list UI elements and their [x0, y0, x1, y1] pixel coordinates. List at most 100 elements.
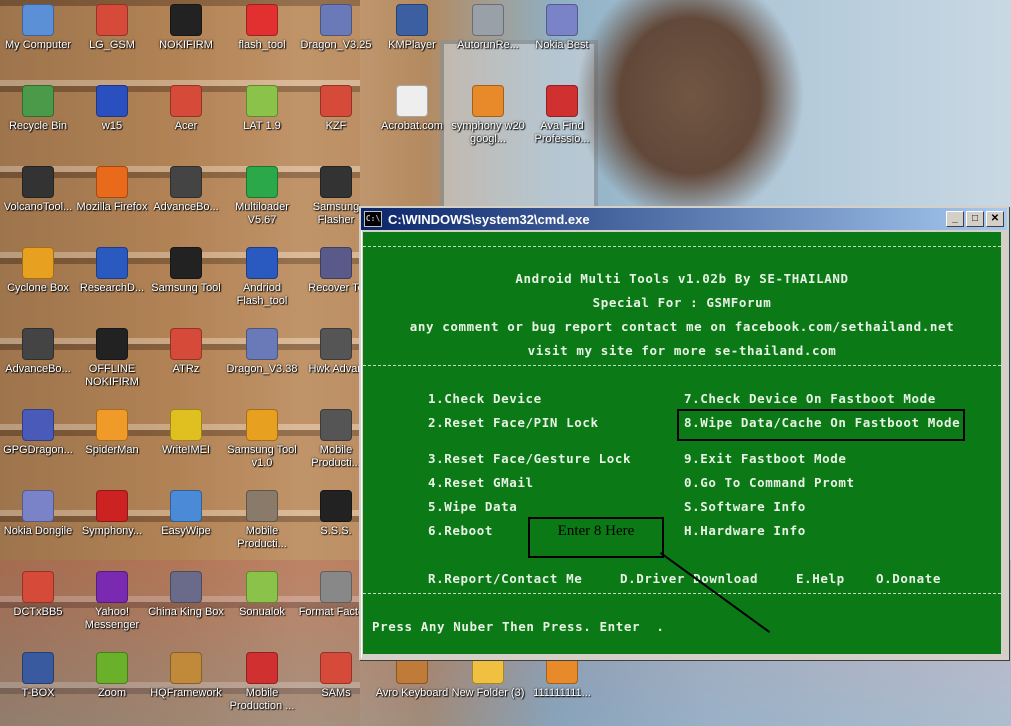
- desktop-icon[interactable]: ATRz: [148, 328, 224, 376]
- desktop-icon[interactable]: Mozilla Firefox: [74, 166, 150, 214]
- desktop-icon[interactable]: Symphony...: [74, 490, 150, 538]
- desktop-icon[interactable]: Multiloader V5.67: [224, 166, 300, 227]
- menu-option: 7.Check Device On Fastboot Mode: [684, 391, 936, 406]
- desktop-icon[interactable]: w15: [74, 85, 150, 133]
- desktop-icon[interactable]: symphony w20 googl...: [450, 85, 526, 146]
- desktop-icon[interactable]: ResearchD...: [74, 247, 150, 295]
- volcano-icon: [22, 166, 54, 198]
- desktop-icon-label: symphony w20 googl...: [451, 120, 525, 145]
- desktop-icon[interactable]: T-BOX: [0, 652, 76, 700]
- desktop-icon-label: LG_GSM: [89, 39, 135, 51]
- footer-option: E.Help: [796, 571, 845, 586]
- cmd-window[interactable]: C:\ C:\WINDOWS\system32\cmd.exe _ □ ✕ An…: [359, 206, 1009, 660]
- box-icon: [22, 328, 54, 360]
- desktop-icon[interactable]: VolcanoTool...: [0, 166, 76, 214]
- desktop-icon[interactable]: flash_tool: [224, 4, 300, 52]
- desktop-icon-label: Mozilla Firefox: [76, 201, 148, 213]
- close-button[interactable]: ✕: [986, 211, 1004, 227]
- disc-icon: [170, 490, 202, 522]
- desktop-icon-label: VolcanoTool...: [3, 201, 73, 213]
- box-icon: [170, 166, 202, 198]
- desktop-icon-label: EasyWipe: [161, 525, 211, 537]
- desktop-icon[interactable]: Nokia Dongile: [0, 490, 76, 538]
- dashed-divider: [363, 365, 1001, 366]
- desktop-icon[interactable]: LAT 1.9: [224, 85, 300, 133]
- desktop-icon[interactable]: NOKIFIRM: [148, 4, 224, 52]
- desktop-icon[interactable]: HQFramework: [148, 652, 224, 700]
- desktop-icon[interactable]: China King Box: [148, 571, 224, 619]
- desktop-icon[interactable]: SpiderMan: [74, 409, 150, 457]
- green-arrow-icon: [246, 166, 278, 198]
- archive-icon: [472, 85, 504, 117]
- acrobat-icon: [396, 85, 428, 117]
- cmd-titlebar[interactable]: C:\ C:\WINDOWS\system32\cmd.exe _ □ ✕: [361, 208, 1007, 230]
- desktop-icon[interactable]: Mobile Producti...: [224, 490, 300, 551]
- desktop-icon[interactable]: Sonualok: [224, 571, 300, 619]
- zoom-icon: [96, 652, 128, 684]
- desktop-icon[interactable]: Yahoo! Messenger: [74, 571, 150, 632]
- desktop-icon-label: Avro Keyboard: [375, 687, 449, 699]
- desktop-icon[interactable]: AdvanceBo...: [0, 328, 76, 376]
- desktop-icon[interactable]: Ava Find Professio...: [524, 85, 600, 146]
- desktop-icon[interactable]: Andriod Flash_tool: [224, 247, 300, 308]
- desktop-icon[interactable]: KMPlayer: [374, 4, 450, 52]
- desktop-icon[interactable]: LG_GSM: [74, 4, 150, 52]
- samsung-icon: [320, 166, 352, 198]
- desktop-icon[interactable]: Samsung Tool: [148, 247, 224, 295]
- app-shortcut-icon: [320, 652, 352, 684]
- desktop-icon[interactable]: KZF: [298, 85, 374, 133]
- desktop-icon-label: Multiloader V5.67: [235, 201, 289, 226]
- desktop-icon[interactable]: Recycle Bin: [0, 85, 76, 133]
- dragon-icon: [22, 490, 54, 522]
- desktop-icon[interactable]: GPGDragon...: [0, 409, 76, 457]
- desktop-icon-label: Sonualok: [239, 606, 285, 618]
- desktop-icon[interactable]: AutorunRe...: [450, 4, 526, 52]
- command-prompt[interactable]: Press Any Nuber Then Press. Enter .: [372, 619, 665, 634]
- cube-icon: [170, 4, 202, 36]
- desktop-icon-label: Zoom: [97, 687, 127, 699]
- maximize-button[interactable]: □: [966, 211, 984, 227]
- desktop-icon-label: Symphony...: [81, 525, 143, 537]
- desktop-icon-label: Nokia Best: [535, 39, 589, 51]
- desktop-icon-label: Acrobat.com: [381, 120, 443, 132]
- desktop-icon-label: AdvanceBo...: [153, 201, 219, 213]
- desktop-icon-label: flash_tool: [238, 39, 286, 51]
- desktop-icon[interactable]: AdvanceBo...: [148, 166, 224, 214]
- lock-icon: [246, 409, 278, 441]
- desktop-icon[interactable]: Dragon_V3.38: [224, 328, 300, 376]
- flash-icon: [246, 247, 278, 279]
- desktop-icon[interactable]: My Computer: [0, 4, 76, 52]
- desktop-icon[interactable]: WriteIMEI: [148, 409, 224, 457]
- menu-option: 3.Reset Face/Gesture Lock: [428, 451, 632, 466]
- desktop-icon[interactable]: DCTxBB5: [0, 571, 76, 619]
- recover-icon: [320, 247, 352, 279]
- desktop-icon[interactable]: Nokia Best: [524, 4, 600, 52]
- console-area[interactable]: Android Multi Tools v1.02b By SE-THAILAN…: [363, 232, 1001, 654]
- arrow-icon: [246, 4, 278, 36]
- header-line: visit my site for more se-thailand.com: [527, 343, 837, 358]
- gear-icon: [170, 571, 202, 603]
- desktop-icon[interactable]: Acrobat.com: [374, 85, 450, 133]
- desktop-icon-label: New Folder (3): [451, 687, 525, 699]
- desktop-icon[interactable]: Mobile Production ...: [224, 652, 300, 713]
- minimize-button[interactable]: _: [946, 211, 964, 227]
- desktop-icon-label: HQFramework: [150, 687, 222, 699]
- desktop-icon[interactable]: OFFLINE NOKIFIRM: [74, 328, 150, 389]
- desktop-icon[interactable]: Acer: [148, 85, 224, 133]
- desktop-icon[interactable]: Dragon_V3.25: [298, 4, 374, 52]
- footer-option: O.Donate: [876, 571, 942, 586]
- kmp-icon: [396, 4, 428, 36]
- desktop-icon[interactable]: EasyWipe: [148, 490, 224, 538]
- app-shortcut-icon: [22, 571, 54, 603]
- format-icon: [320, 571, 352, 603]
- desktop-icon[interactable]: Cyclone Box: [0, 247, 76, 295]
- header-line: any comment or bug report contact me on …: [409, 319, 955, 334]
- desktop-icon-label: OFFLINE NOKIFIRM: [85, 363, 139, 388]
- menu-option: 6.Reboot: [428, 523, 494, 538]
- desktop-icon-label: SpiderMan: [85, 444, 139, 456]
- desktop-icon-label: Samsung Tool: [151, 282, 221, 294]
- sss-icon: [320, 490, 352, 522]
- desktop-icon-label: Mobile Producti...: [237, 525, 287, 550]
- desktop-icon[interactable]: Samsung Tool v1.0: [224, 409, 300, 470]
- desktop-icon[interactable]: Zoom: [74, 652, 150, 700]
